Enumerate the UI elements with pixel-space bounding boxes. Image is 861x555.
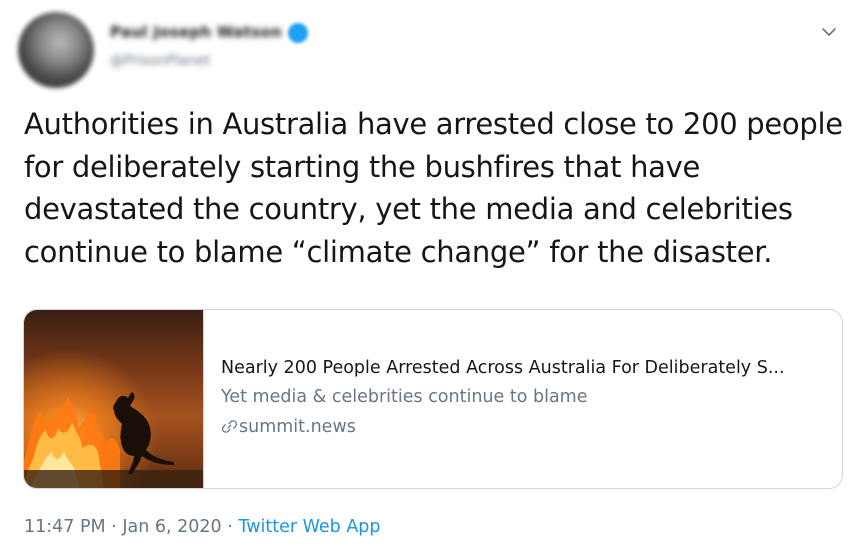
handle[interactable]: @PrisonPlanet	[110, 53, 308, 69]
card-title[interactable]: Nearly 200 People Arrested Across Austra…	[221, 354, 826, 382]
card-domain-row: summit.news	[221, 412, 826, 442]
link-card[interactable]: Nearly 200 People Arrested Across Austra…	[23, 309, 843, 489]
avatar[interactable]	[18, 12, 94, 88]
card-image	[24, 310, 204, 488]
card-description: Yet media & celebrities continue to blam…	[221, 387, 588, 407]
tweet-time[interactable]: 11:47 PM	[24, 517, 106, 537]
card-domain: summit.news	[239, 417, 356, 437]
author-block: Paul Joseph Watson @PrisonPlanet	[110, 22, 308, 69]
card-text: Nearly 200 People Arrested Across Austra…	[221, 354, 826, 442]
tweet-metadata: 11:47 PM · Jan 6, 2020 · Twitter Web App	[24, 517, 381, 537]
meta-separator: ·	[221, 517, 239, 537]
tweet-date[interactable]: Jan 6, 2020	[122, 517, 221, 537]
link-icon	[221, 420, 238, 433]
verified-badge-icon	[288, 22, 308, 43]
meta-separator: ·	[105, 517, 123, 537]
tweet: Paul Joseph Watson @PrisonPlanet Authori…	[0, 0, 861, 555]
display-name[interactable]: Paul Joseph Watson	[110, 23, 282, 41]
tweet-source-link[interactable]: Twitter Web App	[238, 517, 380, 537]
tweet-text: Authorities in Australia have arrested c…	[24, 107, 843, 269]
chevron-down-icon[interactable]	[819, 22, 839, 42]
